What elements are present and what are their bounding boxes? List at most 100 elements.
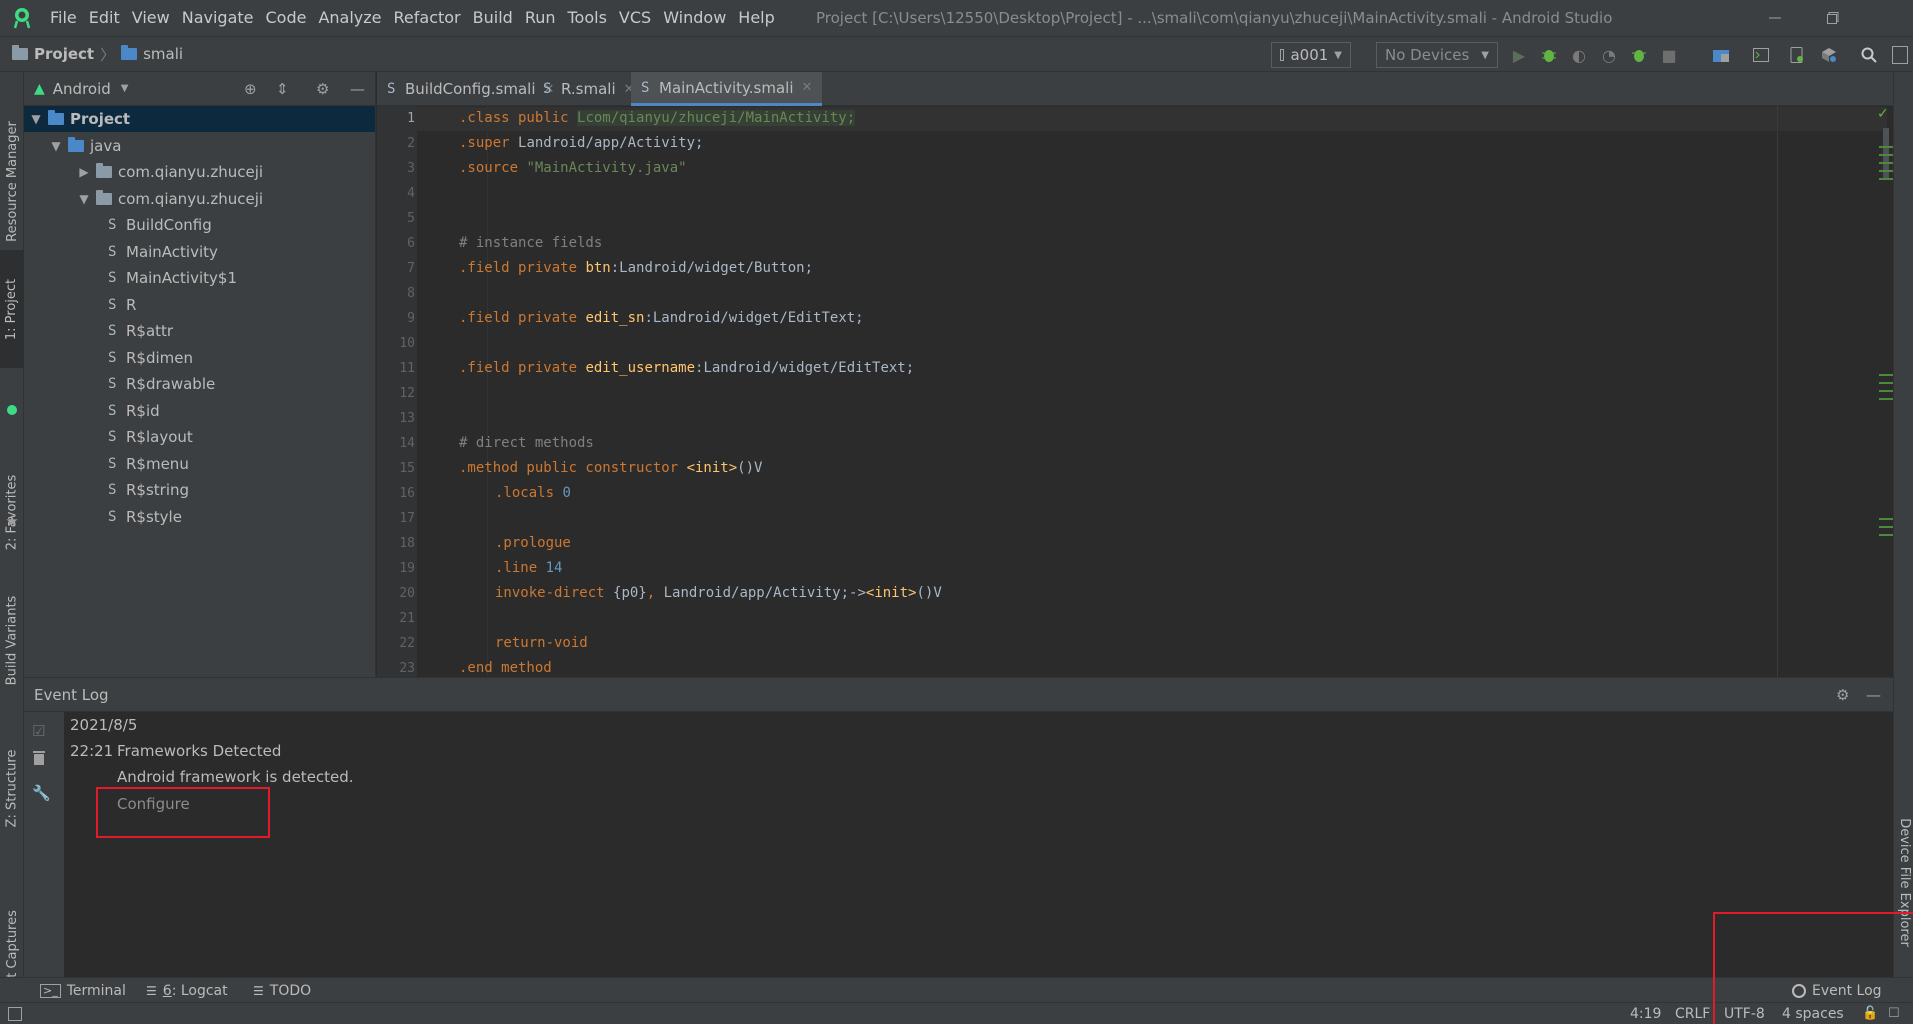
code-area[interactable]: .class public Lcom/qianyu/zhuceji/MainAc… xyxy=(417,106,1887,677)
collapsed-arrow-icon[interactable]: ▶ xyxy=(76,165,92,179)
tab-project[interactable]: 1: Project xyxy=(0,250,24,368)
line-number: 3 xyxy=(407,161,415,176)
code-token: Lcom/qianyu/zhuceji/MainActivity; xyxy=(577,110,856,126)
user-icon[interactable] xyxy=(1888,43,1912,67)
menu-file[interactable]: File xyxy=(44,0,83,36)
tree-item-file[interactable]: S R$drawable xyxy=(24,371,375,397)
view-mode-select[interactable]: Android xyxy=(53,80,111,98)
code-token: Landroid/app/Activity; xyxy=(518,135,704,151)
avd-manager-icon[interactable] xyxy=(1785,43,1809,67)
code-token: Landroid/app/Activity;-> xyxy=(663,585,866,601)
settings-wrench-icon[interactable]: 🔧 xyxy=(32,784,51,802)
gear-icon[interactable]: ⚙ xyxy=(1836,686,1849,704)
tree-item-file[interactable]: S MainActivity$1 xyxy=(24,265,375,291)
device-select[interactable]: No Devices ▼ xyxy=(1376,42,1498,68)
tree-item-package[interactable]: ▼ com.qianyu.zhuceji xyxy=(24,186,375,212)
breadcrumb-project[interactable]: Project xyxy=(34,45,94,63)
expanded-arrow-icon[interactable]: ▼ xyxy=(28,112,44,126)
menu-view[interactable]: View xyxy=(126,0,176,36)
change-marker xyxy=(1879,146,1893,148)
run-config-value: a001 xyxy=(1290,46,1329,64)
close-icon[interactable]: ✕ xyxy=(802,80,813,95)
menu-refactor[interactable]: Refactor xyxy=(388,0,467,36)
chevron-down-icon: ▼ xyxy=(1481,49,1489,61)
gear-icon[interactable]: ⚙ xyxy=(316,80,329,98)
menu-help[interactable]: Help xyxy=(732,0,780,36)
chevron-down-icon[interactable]: ▼ xyxy=(121,83,129,94)
logcat-tab[interactable]: ☰ 6: Logcat xyxy=(146,978,228,1003)
menu-vcs[interactable]: VCS xyxy=(613,0,657,36)
todo-tab[interactable]: ☰ TODO xyxy=(253,978,311,1003)
tab-structure[interactable]: Z: Structure xyxy=(0,708,24,868)
collapse-all-icon[interactable]: ⇕ xyxy=(276,80,289,98)
line-number: 20 xyxy=(399,586,415,601)
terminal-icon[interactable] xyxy=(1749,43,1773,67)
tree-item-package[interactable]: ▶ com.qianyu.zhuceji xyxy=(24,159,375,185)
locate-icon[interactable]: ⊕ xyxy=(244,80,257,98)
status-bar: 4:19 CRLF UTF-8 4 spaces 🔓 ☐ xyxy=(0,1002,1913,1024)
toggle-tool-windows-icon[interactable] xyxy=(8,1007,22,1021)
search-icon[interactable] xyxy=(1857,43,1881,67)
menu-analyze[interactable]: Analyze xyxy=(312,0,387,36)
attach-debugger-icon[interactable] xyxy=(1627,43,1651,67)
line-number: 4 xyxy=(407,186,415,201)
tree-item-file[interactable]: S MainActivity xyxy=(24,239,375,265)
mark-all-read-icon[interactable]: ☑ xyxy=(32,722,45,740)
menu-build[interactable]: Build xyxy=(467,0,519,36)
caret-position[interactable]: 4:19 xyxy=(1630,1003,1661,1024)
code-line: .line 14 xyxy=(495,556,562,581)
window-restore-button[interactable] xyxy=(1803,0,1863,36)
line-number: 10 xyxy=(399,336,415,351)
code-token: "MainActivity.java" xyxy=(526,160,687,176)
smali-file-icon: S xyxy=(108,217,117,233)
sdk-manager-icon[interactable] xyxy=(1817,43,1841,67)
tree-item-label: R$string xyxy=(126,481,190,499)
debug-icon[interactable] xyxy=(1537,43,1561,67)
breadcrumb-smali[interactable]: smali xyxy=(143,45,183,63)
tree-item-label: R$attr xyxy=(126,322,174,340)
line-separator[interactable]: CRLF xyxy=(1675,1003,1710,1024)
tab-resource-manager[interactable]: Resource Manager xyxy=(0,96,24,266)
hide-icon[interactable]: — xyxy=(350,80,365,98)
apply-changes-icon[interactable]: ◐ xyxy=(1567,43,1591,67)
editor-tab[interactable]: S MainActivity.smali ✕ xyxy=(631,72,823,106)
project-structure-icon[interactable] xyxy=(1709,43,1733,67)
run-config-select[interactable]: a001 ▼ xyxy=(1271,42,1351,68)
tree-item-file[interactable]: S BuildConfig xyxy=(24,212,375,238)
tree-item-file[interactable]: S R$attr xyxy=(24,318,375,344)
tree-item-folder[interactable]: ▼ java xyxy=(24,133,375,159)
trash-icon[interactable] xyxy=(33,750,45,770)
tree-item-file[interactable]: S R$layout xyxy=(24,424,375,450)
menu-window[interactable]: Window xyxy=(657,0,732,36)
tree-item-folder[interactable]: ▼ Project xyxy=(24,106,375,132)
tree-item-file[interactable]: S R$menu xyxy=(24,451,375,477)
editor-tab[interactable]: S R.smali ✕ xyxy=(533,72,645,106)
terminal-tab[interactable]: >_ Terminal xyxy=(40,978,126,1003)
tree-item-file[interactable]: S R$string xyxy=(24,477,375,503)
tree-item-file[interactable]: S R$dimen xyxy=(24,345,375,371)
tree-item-file[interactable]: SR xyxy=(24,292,375,318)
editor-scrollbar[interactable]: ✓ xyxy=(1877,106,1893,677)
log-entry-title: Frameworks Detected xyxy=(117,742,282,760)
code-editor[interactable]: 1 2 3 4 5 6 7 8 9 10 11 12 13 14 15 16 17 18 19 20 21 22 23 .c… xyxy=(377,106,1893,677)
run-icon[interactable]: ▶ xyxy=(1507,43,1531,67)
hide-icon[interactable]: — xyxy=(1866,686,1881,704)
menu-run[interactable]: Run xyxy=(519,0,562,36)
tree-item-file[interactable]: S R$style xyxy=(24,504,375,530)
menu-navigate[interactable]: Navigate xyxy=(176,0,260,36)
menu-edit[interactable]: Edit xyxy=(83,0,126,36)
window-minimize-button[interactable] xyxy=(1745,0,1805,36)
navigation-bar: Project 〉 smali a001 ▼ No Devices ▼ ▶ ◐ … xyxy=(0,36,1913,72)
code-token: btn xyxy=(585,260,611,276)
profile-icon[interactable]: ◔ xyxy=(1597,43,1621,67)
tree-item-label: R$id xyxy=(126,401,160,420)
stop-icon[interactable]: ■ xyxy=(1657,43,1681,67)
expanded-arrow-icon[interactable]: ▼ xyxy=(76,192,92,206)
code-token: 14 xyxy=(545,560,563,576)
menu-tools[interactable]: Tools xyxy=(562,0,613,36)
tab-build-variants[interactable]: Build Variants xyxy=(0,560,24,720)
tree-item-file[interactable]: S R$id xyxy=(24,398,375,424)
menu-code[interactable]: Code xyxy=(260,0,313,36)
expanded-arrow-icon[interactable]: ▼ xyxy=(48,139,64,153)
chevron-down-icon: ▼ xyxy=(1334,49,1342,61)
